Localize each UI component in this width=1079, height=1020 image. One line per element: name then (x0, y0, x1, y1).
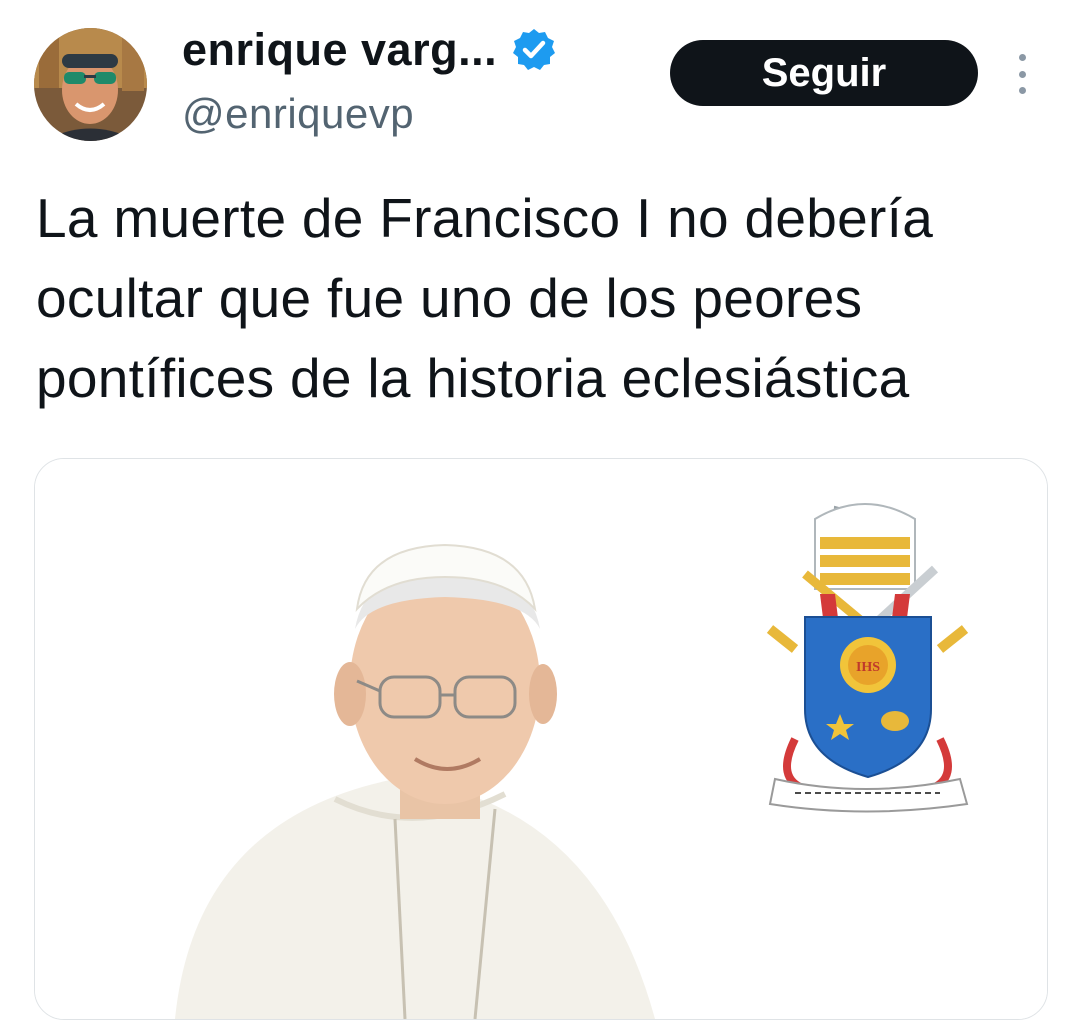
tweet-text: La muerte de Francisco I no debería ocul… (36, 187, 934, 409)
coat-of-arms-monogram: IHS (856, 660, 880, 675)
follow-button[interactable]: Seguir (670, 40, 978, 106)
tweet-media-image[interactable]: IHS (34, 458, 1048, 1020)
more-options-icon[interactable] (1010, 54, 1034, 94)
author-handle[interactable]: @enriquevp (182, 90, 414, 138)
author-display-name[interactable]: enrique varg... (182, 24, 497, 76)
verified-badge-icon (511, 27, 557, 73)
user-avatar[interactable] (34, 28, 147, 141)
